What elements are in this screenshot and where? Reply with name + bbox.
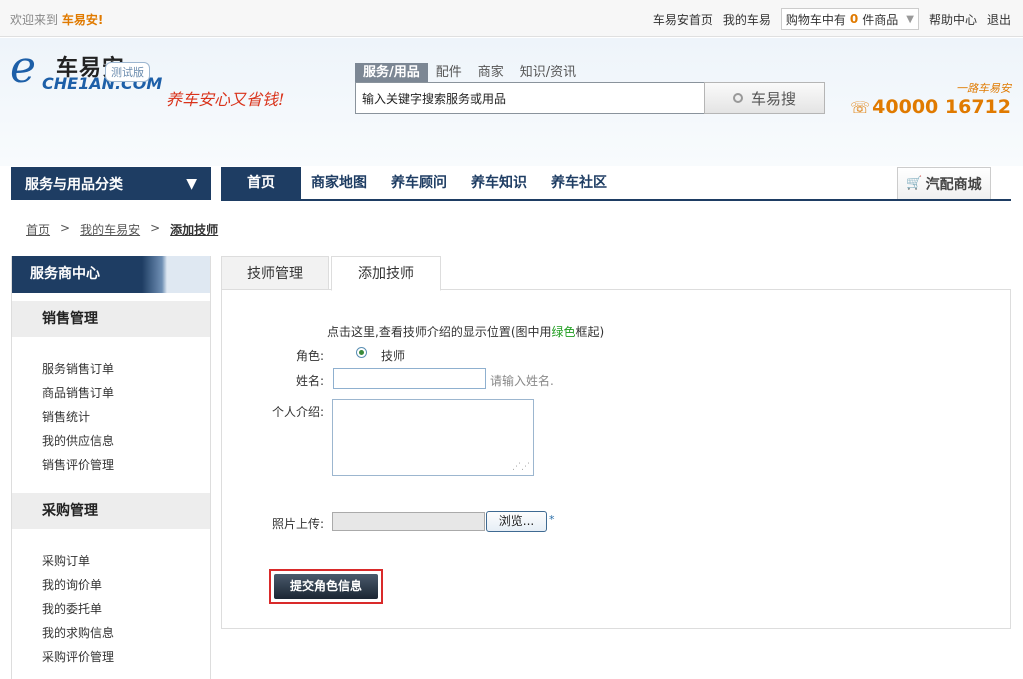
search-button[interactable]: 车易搜: [704, 82, 825, 114]
search-tab-knowledge[interactable]: 知识/资讯: [512, 63, 584, 82]
name-label: 姓名:: [296, 374, 325, 388]
preview-hint[interactable]: 点击这里,查看技师介绍的显示位置(图中用绿色框起): [327, 323, 604, 340]
cart-icon: 🛒: [906, 176, 923, 191]
parts-mall-button[interactable]: 🛒 汽配商城: [897, 167, 991, 199]
name-input[interactable]: [333, 368, 486, 389]
help-link[interactable]: 帮助中心: [929, 11, 977, 28]
main-nav: 首页 商家地图 养车顾问 养车知识 养车社区: [221, 167, 1011, 201]
breadcrumb-current[interactable]: 添加技师: [170, 221, 218, 238]
breadcrumb-separator: >: [150, 221, 161, 235]
sidebar-item-inquiries[interactable]: 我的询价单: [42, 573, 210, 597]
parts-mall-label: 汽配商城: [925, 176, 982, 193]
search-input[interactable]: 输入关键字搜索服务或用品: [355, 82, 705, 114]
category-menu-button[interactable]: 服务与用品分类 ▼: [11, 167, 211, 200]
my-cheyi-link[interactable]: 我的车易: [723, 11, 771, 28]
purchase-menu: 采购订单 我的询价单 我的委托单 我的求购信息 采购评价管理: [12, 529, 210, 669]
hotline-number-text: 40000 16712: [872, 96, 1011, 118]
sales-menu: 服务销售订单 商品销售订单 销售统计 我的供应信息 销售评价管理: [12, 337, 210, 477]
name-hint: 请输入姓名.: [490, 374, 554, 388]
welcome-text: 欢迎来到 车易安!: [10, 11, 103, 28]
welcome-label: 欢迎来到: [10, 13, 59, 27]
category-menu-label: 服务与用品分类: [25, 176, 123, 193]
nav-car-advisor[interactable]: 养车顾问: [391, 167, 447, 199]
cart-prefix: 购物车中有: [785, 12, 846, 27]
top-bar: 欢迎来到 车易安! 车易安首页 我的车易 购物车中有 0 件商品 ▼ 帮助中心 …: [0, 0, 1023, 37]
sidebar-item-service-orders[interactable]: 服务销售订单: [42, 357, 210, 381]
caret-down-icon: ▼: [186, 175, 197, 192]
resize-grip-icon[interactable]: ⋰⋰: [512, 463, 530, 472]
submit-role-button[interactable]: 提交角色信息: [274, 574, 378, 599]
search-icon: [732, 93, 743, 103]
sidebar-section-purchase: 采购管理: [12, 493, 210, 529]
phone-icon: ☏: [850, 97, 871, 117]
photo-file-field[interactable]: [332, 512, 485, 531]
sidebar-item-sales-reviews[interactable]: 销售评价管理: [42, 453, 210, 477]
brand-link[interactable]: 车易安!: [62, 13, 103, 27]
sidebar-item-supply-info[interactable]: 我的供应信息: [42, 429, 210, 453]
logo-letter: e: [10, 42, 37, 93]
nav-car-community[interactable]: 养车社区: [551, 167, 607, 199]
breadcrumb: 首页 > 我的车易安 > 添加技师: [26, 221, 218, 238]
cart-dropdown[interactable]: 购物车中有 0 件商品 ▼: [780, 8, 919, 30]
role-label: 角色:: [296, 349, 325, 363]
sidebar-item-purchase-orders[interactable]: 采购订单: [42, 549, 210, 573]
photo-label: 照片上传:: [272, 517, 325, 531]
breadcrumb-my-account[interactable]: 我的车易安: [80, 221, 140, 238]
search-tab-parts[interactable]: 配件: [428, 63, 470, 82]
search-button-label: 车易搜: [750, 89, 796, 108]
browse-button[interactable]: 浏览...: [486, 511, 547, 532]
role-radio[interactable]: [356, 347, 367, 358]
search-tab-services[interactable]: 服务/用品: [355, 63, 428, 82]
breadcrumb-separator: >: [60, 221, 71, 235]
role-value: 技师: [381, 349, 406, 363]
breadcrumb-home[interactable]: 首页: [26, 221, 50, 238]
top-links: 车易安首页 我的车易 购物车中有 0 件商品 ▼ 帮助中心 退出: [653, 8, 1011, 30]
nav-car-knowledge[interactable]: 养车知识: [471, 167, 527, 199]
sidebar-section-sales: 销售管理: [12, 301, 210, 337]
tab-add-technician[interactable]: 添加技师: [331, 256, 441, 291]
search-tabs: 服务/用品 配件 商家 知识/资讯: [355, 63, 584, 82]
beta-badge: 测试版: [105, 62, 150, 82]
sidebar: 服务商中心 销售管理 服务销售订单 商品销售订单 销售统计 我的供应信息 销售评…: [11, 256, 211, 679]
required-mark: *: [549, 513, 555, 526]
sidebar-item-sales-stats[interactable]: 销售统计: [42, 405, 210, 429]
cart-suffix: 件商品: [862, 12, 899, 27]
search-input-value: 输入关键字搜索服务或用品: [362, 91, 507, 106]
intro-label: 个人介绍:: [272, 405, 325, 419]
cart-count: 0: [849, 12, 859, 26]
hint-text-b: 框起): [575, 325, 605, 339]
sidebar-item-product-orders[interactable]: 商品销售订单: [42, 381, 210, 405]
hotline-tag: 一路车易安: [956, 82, 1011, 95]
hint-text-a: 点击这里,查看技师介绍的显示位置(图中用: [327, 325, 552, 339]
slogan: 养车安心又省钱!: [166, 90, 285, 109]
chevron-down-icon: ▼: [906, 13, 914, 25]
search-tab-merchants[interactable]: 商家: [470, 63, 512, 82]
logout-link[interactable]: 退出: [987, 11, 1011, 28]
hotline-number: ☏ 40000 16712: [850, 96, 1011, 118]
sidebar-item-purchase-reviews[interactable]: 采购评价管理: [42, 645, 210, 669]
sidebar-item-commissions[interactable]: 我的委托单: [42, 597, 210, 621]
nav-merchant-map[interactable]: 商家地图: [311, 167, 367, 199]
sidebar-title: 服务商中心: [12, 256, 210, 293]
sidebar-item-wanted-info[interactable]: 我的求购信息: [42, 621, 210, 645]
content-tabs: 技师管理 添加技师: [221, 256, 1011, 291]
hotline: 一路车易安 ☏ 40000 16712: [850, 80, 1011, 118]
nav-home[interactable]: 首页: [221, 167, 301, 199]
hint-text-green: 绿色: [551, 325, 576, 339]
home-link[interactable]: 车易安首页: [653, 11, 713, 28]
tab-technician-management[interactable]: 技师管理: [221, 256, 329, 290]
submit-highlight: 提交角色信息: [269, 569, 383, 604]
intro-textarea[interactable]: ⋰⋰: [332, 399, 534, 476]
